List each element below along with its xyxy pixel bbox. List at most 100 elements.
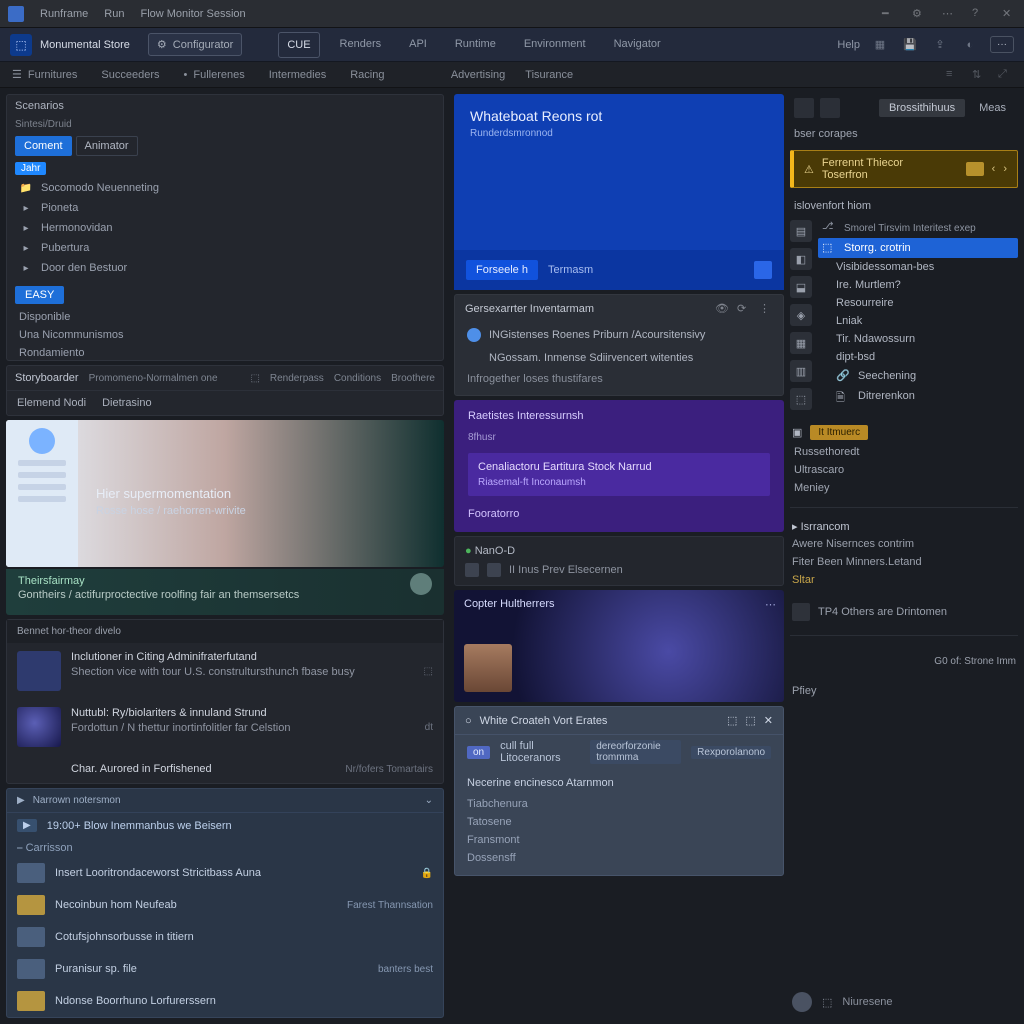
close-icon[interactable]: ✕ [1002, 7, 1016, 21]
b6-r2[interactable]: Fransmont [467, 831, 771, 849]
rail-ic-7[interactable]: ⬚ [790, 388, 812, 410]
c-secondary[interactable]: Meas [971, 99, 1014, 117]
gold-pill[interactable]: It Itmuerc [810, 425, 868, 440]
share-icon[interactable]: ⇪ [930, 35, 950, 55]
tb-row1[interactable]: Elemend Nodi [17, 397, 86, 409]
refresh-icon[interactable]: ⟳ [737, 302, 751, 316]
rail-ic-6[interactable]: ▥ [790, 360, 812, 382]
badge-jahr[interactable]: Jahr [15, 162, 46, 175]
topbar-menu-flow[interactable]: Flow Monitor Session [140, 8, 245, 20]
b4-ic2[interactable] [487, 563, 501, 577]
rail-ic-2[interactable]: ◧ [790, 248, 812, 270]
alert-chev2[interactable]: › [1003, 163, 1007, 175]
b6-pill-on[interactable]: on [467, 746, 490, 759]
save-icon[interactable]: 💾 [900, 35, 920, 55]
c-ic1[interactable] [794, 98, 814, 118]
b6-r0[interactable]: Tiabchenura [467, 795, 771, 813]
b3-box[interactable]: Cenaliactoru Eartitura Stock Narrud Rias… [468, 453, 770, 496]
a4-item-0[interactable]: Insert Looritrondaceworst Stricitbass Au… [7, 857, 443, 889]
user-avatar[interactable] [792, 992, 812, 1012]
crumb-3[interactable]: Intermedies [269, 69, 326, 81]
p2-r1[interactable]: Ultrascaro [790, 461, 1018, 479]
p2-r0[interactable]: Russethoredt [790, 443, 1018, 461]
tb-row2[interactable]: Dietrasino [102, 397, 152, 409]
group-row-2[interactable]: Rondamiento [13, 344, 437, 362]
a4-item-3[interactable]: Puranisur sp. filebanters best [7, 953, 443, 985]
tree-item-3[interactable]: Lniak [832, 312, 1018, 330]
b6-i3[interactable]: ✕ [764, 714, 773, 727]
user-icon[interactable]: ◐ [960, 35, 980, 55]
settings-icon[interactable]: ⚙ [912, 7, 926, 21]
b6-r1[interactable]: Tatosene [467, 813, 771, 831]
tab-runtime[interactable]: Runtime [447, 32, 504, 58]
eye-icon[interactable]: 👁 [715, 302, 729, 316]
crumb-center-0[interactable]: Advertising [451, 69, 505, 81]
tree-selected[interactable]: ⬚Storrg. crotrin [818, 238, 1018, 258]
tree-item-0[interactable]: Visibidessoman-bes [832, 258, 1018, 276]
a4-item-2[interactable]: Cotufsjohnsorbusse in titiern [7, 921, 443, 953]
renderpass-icon[interactable]: ⬚ [250, 373, 259, 384]
rail-ic-1[interactable]: ▤ [790, 220, 812, 242]
crumb-center-1[interactable]: Tisurance [525, 69, 573, 81]
k1[interactable]: Renderpass [270, 373, 324, 384]
media-card[interactable]: Copter Hultherrers ⋯ [454, 590, 784, 702]
alert-banner[interactable]: ⚠ Ferrennt Thiecor Toserfron ‹ › [790, 150, 1018, 188]
tab-renders[interactable]: Renders [332, 32, 390, 58]
rail-ic-3[interactable]: ⬓ [790, 276, 812, 298]
tree-item-7[interactable]: 🗎Ditrerenkon [832, 386, 1018, 406]
topbar-menu-run[interactable]: Run [104, 8, 124, 20]
help-icon[interactable]: ? [972, 7, 986, 21]
rail-ic-5[interactable]: ▦ [790, 332, 812, 354]
b6-r3[interactable]: Dossensff [467, 849, 771, 867]
news-item-0[interactable]: Inclutioner in Citing Adminifraterfutand… [7, 643, 443, 699]
hero-card[interactable]: Hier supermomentation Rosse hose / raeho… [6, 420, 444, 567]
news-item-1[interactable]: Nuttubl: Ry/biolariters & innuland Strun… [7, 699, 443, 755]
scenario-row-4[interactable]: ▸Door den Bestuor [13, 258, 437, 278]
group-row-0[interactable]: Disponible [13, 308, 437, 326]
more-icon[interactable]: ⋯ [942, 7, 956, 21]
menu-icon[interactable]: ⋮ [759, 302, 773, 316]
b3-link[interactable]: Fooratorro [468, 508, 770, 520]
b2-l1[interactable]: INGistenses Roenes Priburn /Acoursitensi… [489, 329, 705, 341]
step-1[interactable]: Fiter Been Minners.Letand [790, 553, 1018, 571]
brand[interactable]: ⬚ Monumental Store [10, 34, 130, 56]
crumb-4[interactable]: Racing [350, 69, 384, 81]
foot2-b[interactable]: Pfiey [792, 685, 816, 697]
tree-item-5[interactable]: dipt-bsd [832, 348, 1018, 366]
c-foot-row[interactable]: TP4 Others are Drintomen [790, 599, 1018, 625]
k2[interactable]: Conditions [334, 373, 381, 384]
scenario-row-2[interactable]: ▸Hermonovidan [13, 218, 437, 238]
more-button[interactable]: ··· [990, 36, 1014, 53]
green-strip[interactable]: Theirsfairmay Gontheirs / actifurproctec… [6, 569, 444, 615]
alert-chev1[interactable]: ‹ [992, 163, 996, 175]
group-row-1[interactable]: Una Nicommunismos [13, 326, 437, 344]
b1-secondary[interactable]: Termasm [548, 264, 593, 276]
scenario-row-0[interactable]: 📁Socomodo Neuenneting [13, 178, 437, 198]
b5-more-icon[interactable]: ⋯ [765, 598, 776, 611]
tab-environment[interactable]: Environment [516, 32, 594, 58]
b6-i2[interactable]: ⬚ [745, 714, 755, 727]
expand-icon[interactable]: ⤢ [998, 68, 1012, 82]
chip-coment[interactable]: Coment [15, 136, 72, 156]
b1-square-button[interactable] [754, 261, 772, 279]
p2-r2[interactable]: Meniey [790, 479, 1018, 497]
b6-i1[interactable]: ⬚ [727, 714, 737, 727]
scenario-row-3[interactable]: ▸Pubertura [13, 238, 437, 258]
b1-primary-button[interactable]: Forseele h [466, 260, 538, 280]
tab-cue[interactable]: CUE [278, 32, 319, 58]
crumb-1[interactable]: Succeeders [101, 69, 159, 81]
crumb-0[interactable]: ☰Furnitures [12, 68, 77, 81]
scenario-row-1[interactable]: ▸Pioneta [13, 198, 437, 218]
news-item-2[interactable]: Char. Aurored in Forfishened Nr/fofers T… [7, 755, 443, 783]
c-primary[interactable]: Brossithihuus [879, 99, 965, 117]
minimize-icon[interactable]: ━ [882, 7, 896, 21]
b4-ic1[interactable] [465, 563, 479, 577]
b2-l2[interactable]: NGossam. Inmense Sdiirvencert witenties [489, 352, 693, 364]
grid-icon[interactable]: ▦ [870, 35, 890, 55]
tree-item-1[interactable]: Ire. Murtlem? [832, 276, 1018, 294]
a4-collapse-icon[interactable]: ⌄ [425, 795, 433, 806]
sort-icon[interactable]: ⇅ [972, 68, 986, 82]
step-0[interactable]: Awere Nisernces contrim [790, 535, 1018, 553]
k3[interactable]: Broothere [391, 373, 435, 384]
tab-navigator[interactable]: Navigator [606, 32, 669, 58]
